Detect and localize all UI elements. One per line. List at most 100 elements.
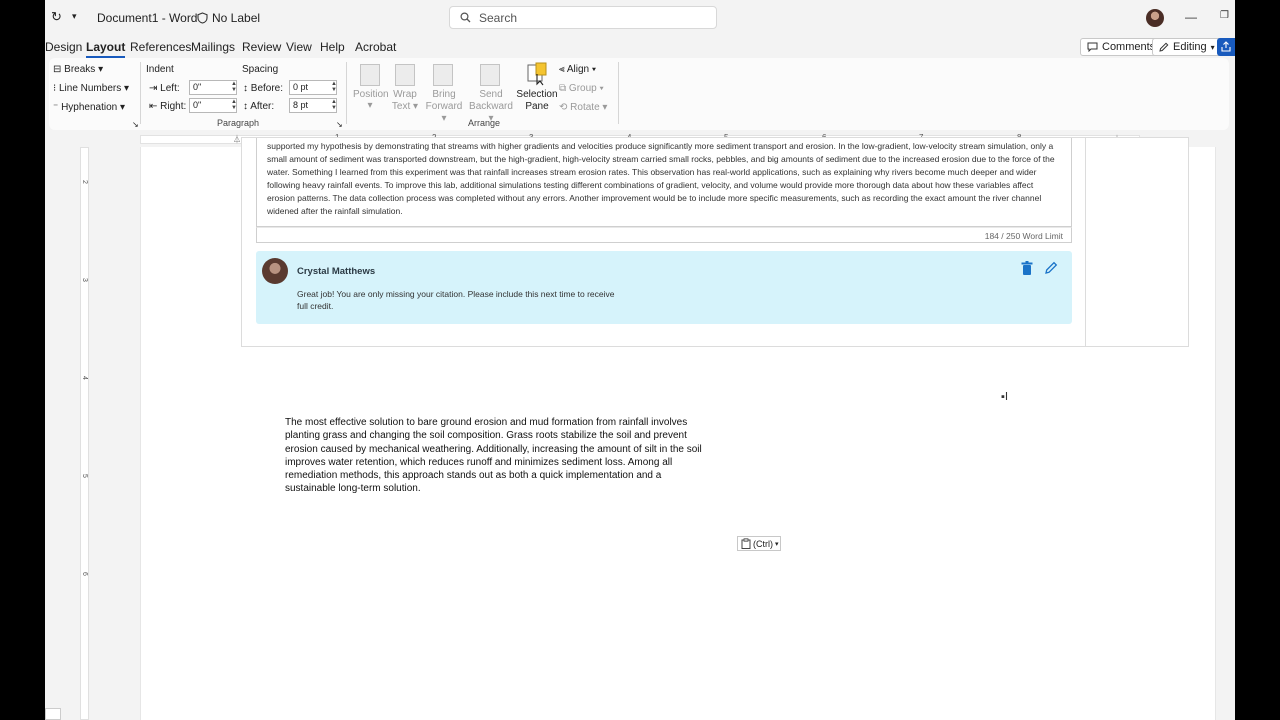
indent-left-input[interactable]: 0" bbox=[189, 80, 237, 95]
vertical-ruler: 2 3 4 5 6 bbox=[80, 147, 89, 720]
essay-text: supported my hypothesis by demonstrating… bbox=[267, 141, 1055, 216]
wrap-text-label-1: Wrap bbox=[393, 89, 417, 100]
tab-references[interactable]: References bbox=[130, 40, 191, 54]
restore-icon[interactable]: ❐ bbox=[1220, 10, 1229, 21]
account-avatar[interactable] bbox=[1146, 9, 1164, 27]
page-setup-launcher-icon[interactable]: ↘ bbox=[132, 120, 139, 129]
align-icon: ⫷ bbox=[559, 64, 565, 75]
document-page[interactable]: supported my hypothesis by demonstrating… bbox=[140, 137, 1216, 720]
position-icon bbox=[360, 64, 380, 86]
group-button[interactable]: ⧉ Group ▾ bbox=[559, 83, 604, 94]
body-paragraph[interactable]: The most effective solution to bare grou… bbox=[285, 416, 710, 496]
title-bar: ↻ ▾ Document1 - Word No Label Search — ❐ bbox=[45, 0, 1235, 36]
wrap-text-icon bbox=[395, 64, 415, 86]
indent-left-spinner[interactable]: ▲ ▼ bbox=[231, 81, 237, 93]
avatar bbox=[262, 258, 288, 284]
search-placeholder: Search bbox=[479, 10, 518, 25]
spacing-before-label: ↕ Before: bbox=[243, 83, 283, 94]
selection-pane-label-2: Pane bbox=[525, 101, 549, 112]
hyphenation-button[interactable]: ⁻ Hyphenation ▾ bbox=[53, 102, 125, 113]
search-box[interactable]: Search bbox=[449, 6, 717, 29]
sensitivity-label[interactable]: No Label bbox=[197, 11, 260, 25]
essay-footer: 184 / 250 Word Limit bbox=[256, 227, 1072, 243]
selection-pane-button[interactable]: Selection Pane bbox=[515, 89, 559, 113]
comments-label: Comments bbox=[1102, 41, 1156, 53]
feedback-author: Crystal Matthews bbox=[297, 266, 376, 277]
trash-icon[interactable] bbox=[1020, 260, 1034, 276]
pasted-response-card[interactable]: supported my hypothesis by demonstrating… bbox=[241, 137, 1189, 347]
indent-left-text: Left: bbox=[160, 83, 180, 94]
tab-design[interactable]: Design bbox=[45, 40, 82, 54]
editing-mode-button[interactable]: Editing ▾ bbox=[1152, 38, 1222, 56]
word-count: 184 / 250 Word Limit bbox=[984, 231, 1063, 241]
position-label: Position bbox=[353, 89, 389, 100]
selection-pane-label-1: Selection bbox=[516, 89, 558, 100]
tab-review[interactable]: Review bbox=[242, 40, 281, 54]
position-button[interactable]: Position ▾ bbox=[353, 89, 389, 111]
shield-icon bbox=[197, 12, 208, 24]
indent-left-label: ⇥ Left: bbox=[149, 83, 180, 94]
paragraph-launcher-icon[interactable]: ↘ bbox=[336, 120, 343, 129]
card-divider bbox=[1085, 138, 1086, 347]
comments-button[interactable]: Comments bbox=[1080, 38, 1163, 56]
line-numbers-icon: ⁝ bbox=[53, 83, 57, 94]
status-bar-fragment bbox=[45, 708, 61, 720]
hyphenation-label: Hyphenation bbox=[61, 102, 118, 113]
indent-right-text: Right: bbox=[160, 101, 187, 112]
spacing-before-spinner[interactable]: ▲ ▼ bbox=[331, 81, 337, 93]
indent-right-input[interactable]: 0" bbox=[189, 98, 237, 113]
wrap-text-button[interactable]: Wrap Text ▾ bbox=[389, 89, 421, 113]
pencil-icon bbox=[1159, 42, 1169, 52]
word-window: ↻ ▾ Document1 - Word No Label Search — ❐… bbox=[45, 0, 1235, 720]
spacing-before-input[interactable]: 0 pt bbox=[289, 80, 337, 95]
tab-help[interactable]: Help bbox=[320, 40, 345, 54]
share-icon bbox=[1221, 41, 1231, 52]
indent-right-spinner[interactable]: ▲ ▼ bbox=[231, 99, 237, 111]
spacing-before-icon: ↕ bbox=[243, 83, 248, 94]
send-backward-icon bbox=[480, 64, 500, 86]
indent-left-icon: ⇥ bbox=[149, 83, 158, 94]
tab-layout[interactable]: Layout bbox=[86, 40, 126, 58]
rotate-label: Rotate bbox=[570, 102, 600, 113]
tab-acrobat[interactable]: Acrobat bbox=[355, 40, 396, 54]
minimize-icon[interactable]: — bbox=[1185, 10, 1197, 24]
teacher-feedback: Crystal Matthews Great job! You are only… bbox=[256, 251, 1072, 324]
paragraph-group-label: Paragraph bbox=[217, 118, 260, 128]
spacing-after-spinner[interactable]: ▲ ▼ bbox=[331, 99, 337, 111]
bring-forward-label-1: Bring bbox=[432, 89, 456, 100]
breaks-label: Breaks bbox=[64, 64, 96, 75]
breaks-button[interactable]: ⊟ Breaks ▾ bbox=[53, 64, 103, 75]
rotate-icon: ⟲ bbox=[559, 102, 568, 113]
line-numbers-button[interactable]: ⁝ Line Numbers ▾ bbox=[53, 83, 129, 94]
redo-icon[interactable]: ↻ bbox=[51, 9, 62, 25]
share-button[interactable] bbox=[1217, 38, 1235, 56]
vruler-number: 3 bbox=[81, 278, 88, 282]
rotate-button[interactable]: ⟲ Rotate ▾ bbox=[559, 102, 607, 113]
indent-marker-icon[interactable]: ⏃ bbox=[233, 134, 241, 145]
ribbon-tabs: Design Layout References Mailings Review… bbox=[45, 36, 1235, 58]
tab-mailings[interactable]: Mailings bbox=[191, 40, 235, 54]
align-label: Align bbox=[566, 64, 590, 75]
hyphenation-icon: ⁻ bbox=[53, 102, 59, 113]
wrap-text-label-2: Text bbox=[391, 101, 411, 112]
quick-access-dropdown-icon[interactable]: ▾ bbox=[72, 11, 77, 22]
spacing-after-label: ↕ After: bbox=[243, 101, 274, 112]
tab-view[interactable]: View bbox=[286, 40, 312, 54]
bring-forward-icon bbox=[433, 64, 453, 86]
spacing-after-text: After: bbox=[250, 101, 275, 112]
vruler-number: 6 bbox=[81, 572, 88, 576]
arrange-group-label: Arrange bbox=[468, 118, 501, 128]
align-button[interactable]: ⫷ Align ▾ bbox=[559, 64, 596, 75]
line-numbers-label: Line Numbers bbox=[58, 83, 122, 94]
chevron-down-icon: ▾ bbox=[1210, 42, 1215, 52]
spacing-after-icon: ↕ bbox=[243, 101, 248, 112]
group-icon: ⧉ bbox=[559, 83, 567, 94]
send-backward-label-1: Send bbox=[479, 89, 503, 100]
selection-pane-icon bbox=[527, 62, 547, 86]
paste-options-button[interactable]: (Ctrl) ▾ bbox=[737, 536, 781, 551]
bring-forward-label-2: Forward bbox=[425, 101, 463, 112]
search-icon bbox=[460, 12, 471, 23]
pencil-icon[interactable] bbox=[1044, 260, 1058, 276]
spacing-after-input[interactable]: 8 pt bbox=[289, 98, 337, 113]
bring-forward-button[interactable]: Bring Forward ▾ bbox=[422, 89, 466, 125]
